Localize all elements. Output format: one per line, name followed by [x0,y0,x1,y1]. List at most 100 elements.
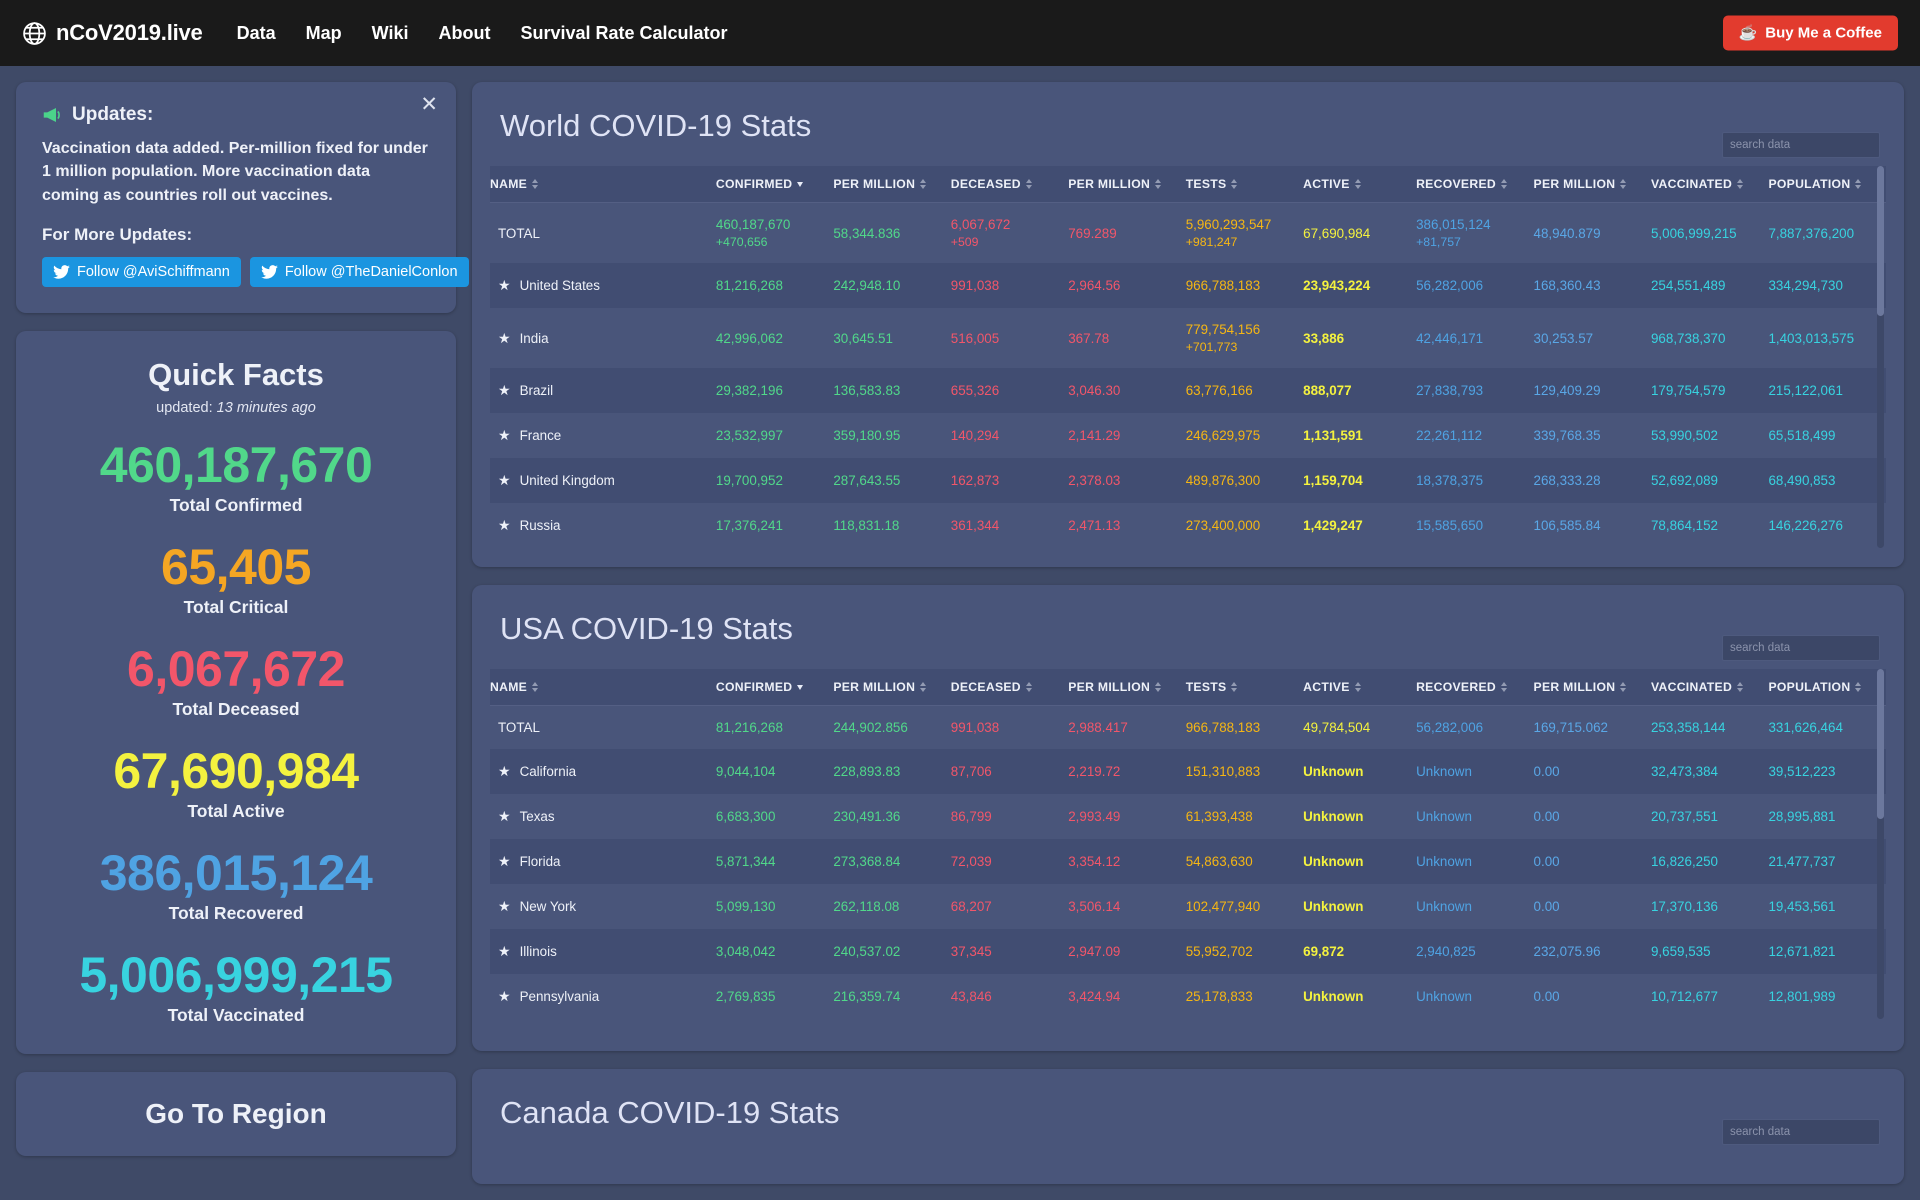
star-icon[interactable]: ★ [498,277,511,293]
world-table-scrollbar[interactable] [1877,166,1884,548]
table-row[interactable]: ★ Russia 17,376,241 118,831.18 361,344 2,471.… [490,503,1886,548]
col-name[interactable]: NAME [490,166,716,203]
col-tests-label: TESTS [1185,680,1227,695]
row-name-label: TOTAL [498,720,540,736]
col-active[interactable]: ACTIVE [1303,166,1417,203]
table-row[interactable]: ★ United Kingdom 19,700,952 287,643.55 162,8… [490,458,1886,503]
cell-vac: 10,712,677 [1650,989,1719,1005]
col-recovered-per-million[interactable]: PER MILLION [1533,669,1651,707]
cell-name: ★ Brazil [490,368,716,413]
cell-name: ★ India [490,308,716,368]
nav-link-survival-rate-calculator[interactable]: Survival Rate Calculator [520,23,727,44]
cell-pop: 28,995,881 [1768,809,1836,825]
col-population[interactable]: POPULATION [1768,669,1886,707]
buy-me-a-coffee-button[interactable]: ☕ Buy Me a Coffee [1722,15,1898,51]
cell-act: Unknown [1303,764,1364,780]
cell-perm-g: 244,902.856 [833,720,908,736]
nav-link-about[interactable]: About [438,23,490,44]
nav-link-data[interactable]: Data [237,23,276,44]
star-icon[interactable]: ★ [498,763,511,779]
cell-perm-b: 168,360.43 [1533,278,1601,293]
usa-table-scrollbar[interactable] [1877,669,1884,1020]
stat-total-active-label: Total Active [187,801,285,822]
col-deceased-per-million[interactable]: PER MILLION [1068,166,1186,203]
col-recovered-per-million[interactable]: PER MILLION [1533,166,1651,203]
cell-pop: 7,887,376,200 [1768,225,1855,241]
star-icon[interactable]: ★ [498,853,511,869]
table-row[interactable]: TOTAL 81,216,268 244,902.856 991,038 2,988.4… [490,705,1886,750]
star-icon[interactable]: ★ [498,330,511,346]
brand[interactable]: nCoV2019.live [22,20,203,46]
table-row[interactable]: ★ New York 5,099,130 262,118.08 68,207 3,506.… [490,884,1886,930]
table-row[interactable]: ★ California 9,044,104 228,893.83 87,706 2,21… [490,749,1886,795]
table-row[interactable]: ★ Illinois 3,048,042 240,537.02 37,345 2,947.… [490,929,1886,975]
nav-link-wiki[interactable]: Wiki [372,23,409,44]
sidebar: ✕ Updates: Vaccination data added. Per-m… [16,82,469,1184]
col-active[interactable]: ACTIVE [1303,669,1417,707]
col-confirmed-per-million[interactable]: PER MILLION [833,669,951,707]
star-icon[interactable]: ★ [498,943,511,959]
sort-desc-icon [797,681,804,693]
col-tests[interactable]: TESTS [1185,166,1304,203]
table-row[interactable]: TOTAL 460,187,670 +470,656 58,344.836 6,067,… [490,202,1886,263]
close-icon[interactable]: ✕ [420,94,438,115]
col-confirmed[interactable]: CONFIRMED [715,669,834,707]
cell-delta: +81,757 [1416,235,1461,249]
cell-act: Unknown [1303,854,1364,870]
col-population[interactable]: POPULATION [1768,166,1886,203]
cell-conf: 3,048,042 [715,944,776,960]
table-row[interactable]: ★ India 42,996,062 30,645.51 516,005 367.78 77… [490,308,1886,368]
col-vaccinated[interactable]: VACCINATED [1650,669,1769,707]
cell-pop: 146,226,276 [1768,518,1843,533]
cell-vac: 32,473,384 [1650,764,1719,780]
cell-perm-r: 2,947.09 [1068,944,1121,960]
col-name[interactable]: NAME [490,669,716,707]
nav-link-map[interactable]: Map [306,23,342,44]
world-search-input[interactable] [1722,132,1880,158]
table-row[interactable]: ★ Brazil 29,382,196 136,583.83 655,326 3,046.… [490,368,1886,413]
follow-thedanielconlon-button[interactable]: Follow @TheDanielConlon [249,257,469,288]
col-deceased[interactable]: DECEASED [950,166,1069,203]
col-deceased-per-million-label: PER MILLION [1068,177,1151,191]
col-tests[interactable]: TESTS [1185,669,1304,707]
col-recovered[interactable]: RECOVERED [1416,669,1534,707]
star-icon[interactable]: ★ [498,898,511,914]
table-row[interactable]: ★ United States 81,216,268 242,948.10 991,03… [490,263,1886,308]
cell-perm-r: 2,141.29 [1068,428,1121,443]
cell-vac: 9,659,535 [1650,944,1711,960]
col-vaccinated-label: VACCINATED [1650,680,1733,695]
col-deceased[interactable]: DECEASED [950,669,1069,707]
cell-rec: 56,282,006 [1416,278,1484,293]
follow-avischiffmann-button[interactable]: Follow @AviSchiffmann [42,257,241,288]
star-icon[interactable]: ★ [498,808,511,824]
sort-icon [1354,681,1362,693]
cell-rec: Unknown [1416,899,1472,915]
row-name-label: TOTAL [498,225,540,241]
stat-total-critical: 65,405 Total Critical [36,540,436,618]
cell-perm-b: 0.00 [1533,854,1560,870]
col-recovered[interactable]: RECOVERED [1416,166,1534,203]
cell-perm-g: 30,645.51 [833,330,893,346]
cell-conf: 81,216,268 [715,278,783,293]
sort-icon [1737,681,1744,693]
usa-search-input[interactable] [1722,635,1880,662]
col-confirmed[interactable]: CONFIRMED [715,166,834,203]
star-icon[interactable]: ★ [498,427,511,443]
col-confirmed-per-million[interactable]: PER MILLION [833,166,951,203]
stat-total-confirmed-value: 460,187,670 [99,437,373,494]
row-name-label: Brazil [519,383,554,398]
col-vaccinated[interactable]: VACCINATED [1650,166,1769,203]
star-icon[interactable]: ★ [498,517,511,533]
canada-search-input[interactable] [1722,1119,1880,1146]
table-row[interactable]: ★ France 23,532,997 359,180.95 140,294 2,141.… [490,413,1886,458]
star-icon[interactable]: ★ [498,382,511,398]
table-row[interactable]: ★ Pennsylvania 2,769,835 216,359.74 43,846 3,… [490,974,1886,1020]
table-row[interactable]: ★ Florida 5,871,344 273,368.84 72,039 3,354.1… [490,839,1886,885]
table-row[interactable]: ★ Texas 6,683,300 230,491.36 86,799 2,993.49 6… [490,794,1886,840]
world-table-body: TOTAL 460,187,670 +470,656 58,344.836 6,067,… [490,202,1886,548]
col-population-label: POPULATION [1768,680,1851,695]
stat-total-critical-value: 65,405 [161,539,311,596]
col-deceased-per-million[interactable]: PER MILLION [1068,669,1186,707]
star-icon[interactable]: ★ [498,988,511,1004]
star-icon[interactable]: ★ [498,472,511,488]
